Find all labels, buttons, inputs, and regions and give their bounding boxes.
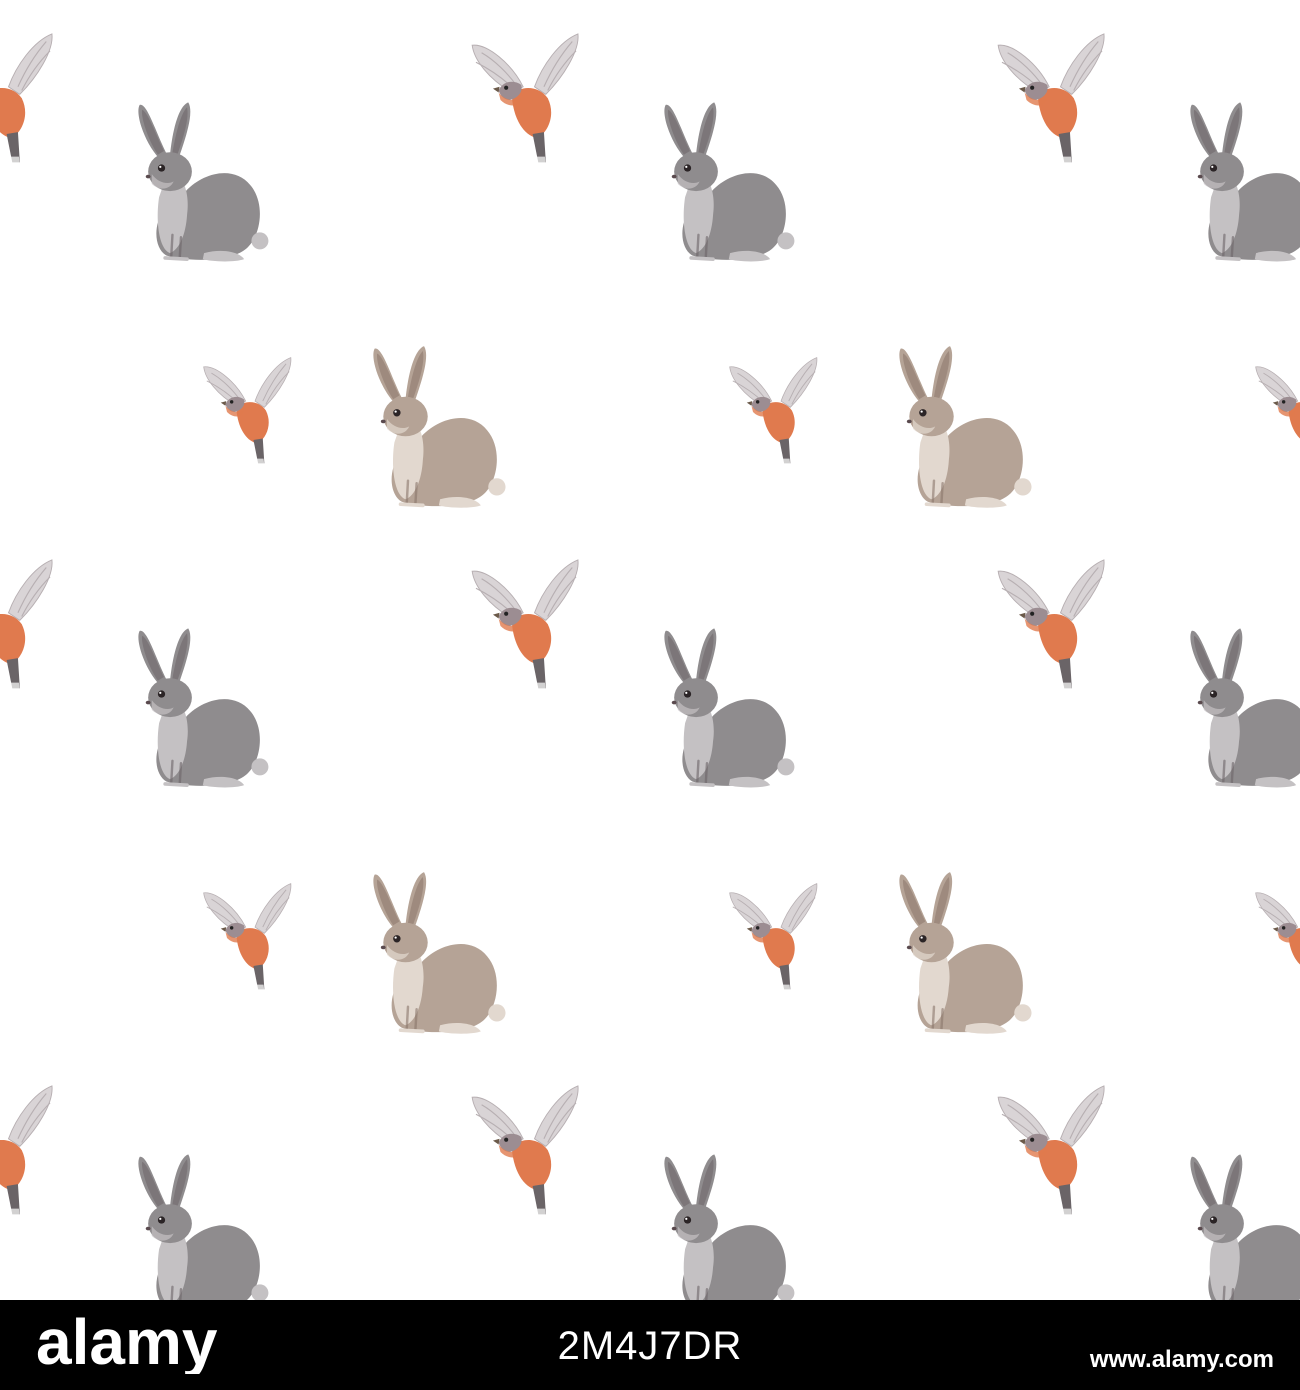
flying-chaffinch-illustration [729, 357, 818, 465]
gray-hare-illustration [1190, 102, 1300, 262]
flying-chaffinch-illustration [997, 559, 1105, 691]
flying-chaffinch-illustration [729, 883, 818, 991]
gray-hare-illustration [664, 1154, 795, 1300]
flying-chaffinch-illustration [471, 559, 579, 691]
gray-hare-illustration [1190, 1154, 1300, 1300]
watermark-url: www.alamy.com [1089, 1346, 1274, 1373]
flying-chaffinch-illustration [1255, 366, 1300, 439]
flying-chaffinch-illustration [997, 1085, 1105, 1217]
flying-chaffinch-illustration [0, 1085, 53, 1217]
brown-hare-illustration [373, 872, 506, 1034]
gray-hare-illustration [664, 628, 795, 788]
flying-chaffinch-illustration [0, 559, 53, 691]
flying-chaffinch-illustration [1255, 892, 1300, 965]
seamless-pattern [0, 0, 1300, 1300]
gray-hare-illustration [664, 102, 795, 262]
flying-chaffinch-illustration [0, 33, 53, 165]
brown-hare-illustration [373, 346, 506, 508]
flying-chaffinch-illustration [471, 33, 579, 165]
flying-chaffinch-illustration [203, 883, 292, 991]
gray-hare-illustration [138, 102, 269, 262]
brown-hare-illustration [899, 346, 1032, 508]
flying-chaffinch-illustration [203, 357, 292, 465]
flying-chaffinch-illustration [997, 33, 1105, 165]
gray-hare-illustration [1190, 628, 1300, 788]
flying-chaffinch-illustration [471, 1085, 579, 1217]
gray-hare-illustration [138, 628, 269, 788]
gray-hare-illustration [138, 1154, 269, 1300]
watermark-bar: alamy 2M4J7DR www.alamy.com [0, 1300, 1300, 1390]
brown-hare-illustration [899, 872, 1032, 1034]
